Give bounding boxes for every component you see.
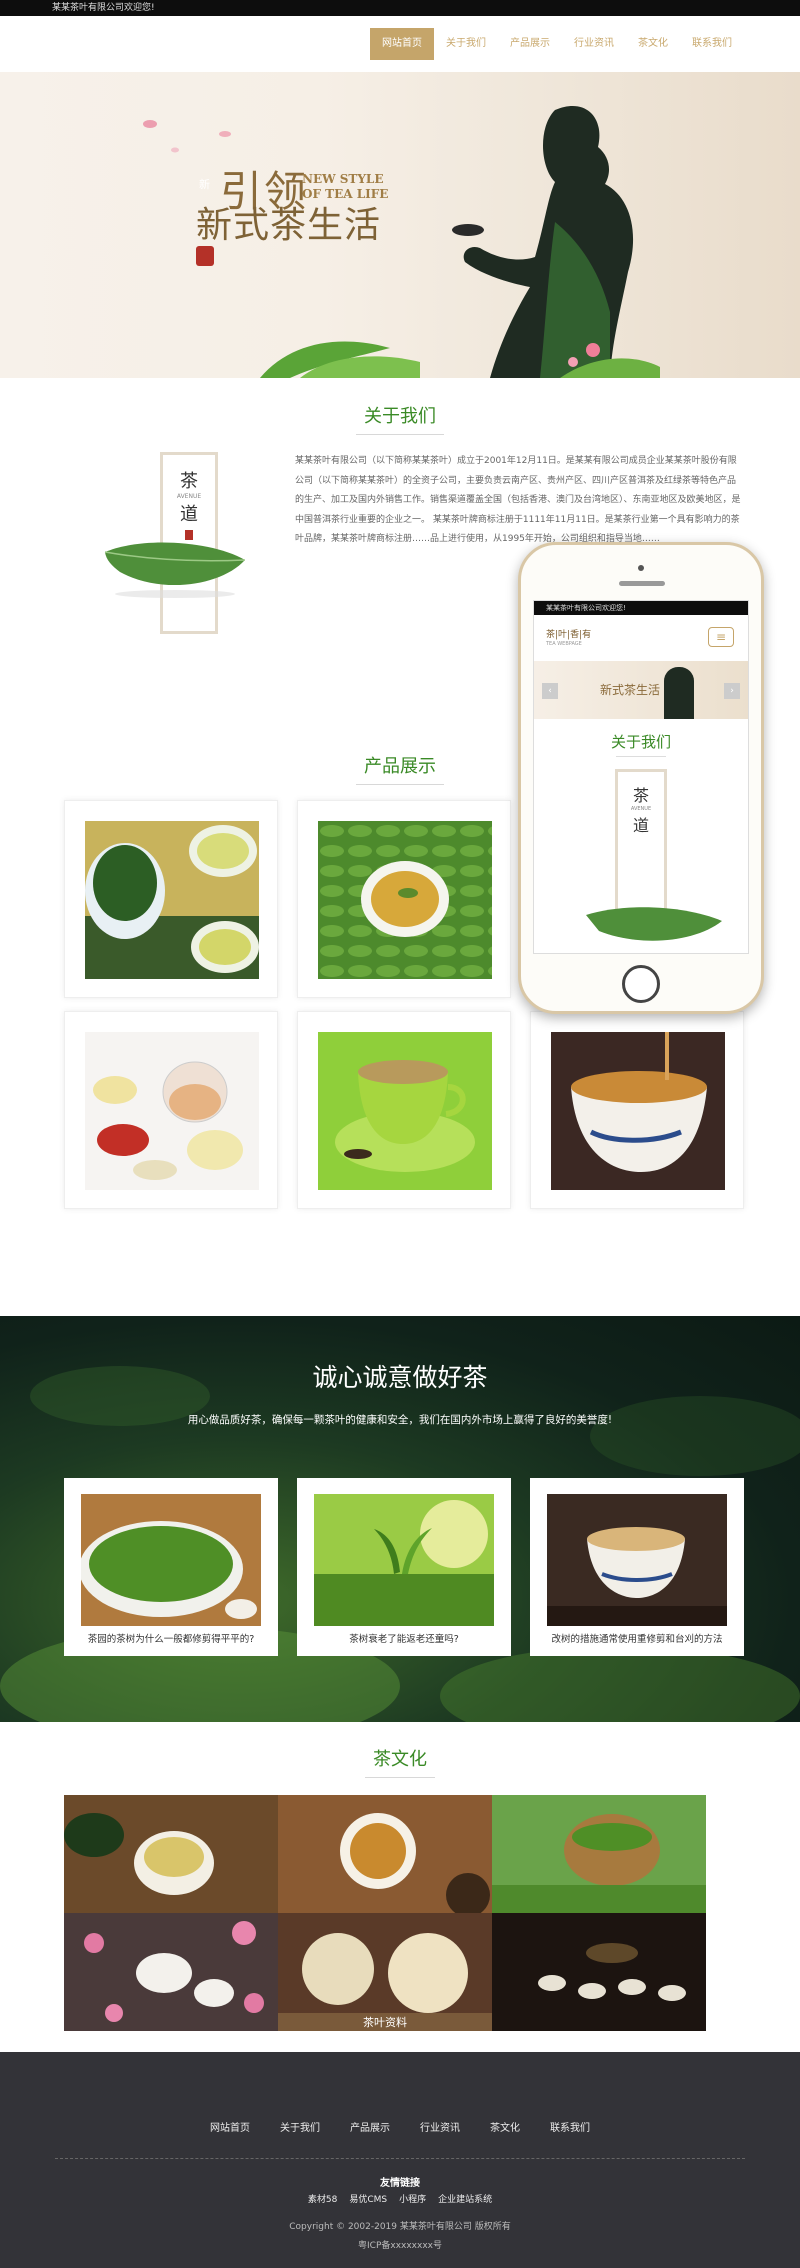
culture-image-1[interactable]: [64, 1795, 278, 1913]
news-image-2: [314, 1494, 494, 1626]
culture-title: 茶文化: [0, 1745, 800, 1778]
phone-menu-icon[interactable]: ≡: [708, 627, 734, 647]
phone-screen: 某某茶叶有限公司欢迎您! 茶|叶|香|有 TEA WEBPAGE ≡ ‹ › 新…: [533, 600, 749, 954]
phone-header: 茶|叶|香|有 TEA WEBPAGE ≡: [534, 615, 748, 661]
friend-links-title: 友情链接: [380, 2178, 420, 2189]
product-card-4[interactable]: [64, 1011, 278, 1209]
phone-camera: [638, 565, 644, 571]
culture-watermark: 茶叶资料: [363, 2015, 407, 2029]
about-logo-en: AVENUE: [176, 493, 202, 500]
welcome-text: 某某茶叶有限公司欢迎您!: [52, 3, 155, 13]
friend-link-3[interactable]: 小程序: [399, 2192, 426, 2205]
about-logo-char1: 茶: [180, 471, 198, 492]
culture-image-6[interactable]: [492, 1913, 706, 2031]
news-card-1[interactable]: 茶园的茶树为什么一般都修剪得平平的?: [64, 1478, 278, 1656]
tea-leaf-image: [104, 542, 246, 598]
about-description: 某某茶叶有限公司（以下简称某某茶叶）成立于2001年12月11日。是某某有限公司…: [295, 456, 741, 544]
phone-welcome: 某某茶叶有限公司欢迎您!: [534, 601, 748, 615]
news-caption-1[interactable]: 茶园的茶树为什么一般都修剪得平平的?: [64, 1630, 278, 1650]
main-nav: 网站首页 关于我们 产品展示 行业资讯 茶文化 联系我们: [370, 28, 744, 60]
footer-nav-about[interactable]: 关于我们: [280, 2119, 320, 2134]
phone-banner-silhouette: [664, 667, 694, 719]
footer-nav-products[interactable]: 产品展示: [350, 2119, 390, 2134]
footer: [0, 2052, 800, 2268]
banner-cn-title-2: 新式茶生活: [196, 205, 382, 246]
nav-contact[interactable]: 联系我们: [680, 28, 744, 60]
news-caption-2[interactable]: 茶树衰老了能返老还童吗?: [297, 1630, 511, 1650]
phone-banner: ‹ › 新式茶生活: [534, 661, 748, 719]
friend-link-2[interactable]: 易优CMS: [349, 2192, 387, 2205]
culture-image-5[interactable]: 茶叶资料: [278, 1913, 492, 2031]
phone-banner-prev-icon[interactable]: ‹: [542, 683, 558, 699]
about-title: 关于我们: [0, 402, 800, 435]
friend-link-4[interactable]: 企业建站系统: [438, 2192, 492, 2205]
product-image-pouring-tea: [551, 1032, 725, 1190]
product-card-1[interactable]: [64, 800, 278, 998]
phone-about-title: 关于我们: [610, 733, 671, 751]
phone-banner-next-icon[interactable]: ›: [724, 683, 740, 699]
culture-gallery: 茶叶资料: [64, 1795, 706, 2032]
nav-home[interactable]: 网站首页: [370, 28, 434, 60]
culture-image-4[interactable]: [64, 1913, 278, 2031]
footer-nav-home[interactable]: 网站首页: [210, 2119, 250, 2134]
product-card-6[interactable]: [530, 1011, 744, 1209]
nav-about[interactable]: 关于我们: [434, 28, 498, 60]
footer-nav-contact[interactable]: 联系我们: [550, 2119, 590, 2134]
banner-illustration: [143, 105, 660, 378]
phone-speaker: [619, 581, 665, 586]
product-image-green-cup: [318, 1032, 492, 1190]
footer-nav: 网站首页 关于我们 产品展示 行业资讯 茶文化 联系我们: [0, 2119, 800, 2134]
phone-logo: 茶|叶|香|有: [546, 630, 592, 640]
top-bar: 某某茶叶有限公司欢迎您!: [0, 0, 800, 16]
product-image-tea-leaves-bowl: [318, 821, 492, 979]
phone-logo-sub: TEA WEBPAGE: [546, 641, 582, 647]
friend-links: 素材58 易优CMS 小程序 企业建站系统: [0, 2192, 800, 2205]
news-image-3: [547, 1494, 727, 1626]
footer-nav-culture[interactable]: 茶文化: [490, 2119, 520, 2134]
footer-nav-news[interactable]: 行业资讯: [420, 2119, 460, 2134]
about-logo-char2: 道: [180, 504, 198, 525]
news-card-3[interactable]: 改树的措施通常使用重修剪和台刈的方法: [530, 1478, 744, 1656]
banner-seal: 新: [199, 178, 210, 191]
friend-link-1[interactable]: 素材58: [308, 2192, 337, 2205]
news-image-1: [81, 1494, 261, 1626]
quality-title: 诚心诚意做好茶: [312, 1363, 488, 1392]
nav-products[interactable]: 产品展示: [498, 28, 562, 60]
phone-home-button: [622, 965, 660, 1003]
product-image-green-tea-cups: [85, 821, 259, 979]
phone-mockup: 某某茶叶有限公司欢迎您! 茶|叶|香|有 TEA WEBPAGE ≡ ‹ › 新…: [518, 542, 764, 1014]
phone-tea-leaf: [586, 907, 722, 941]
phone-banner-text: 新式茶生活: [600, 683, 661, 697]
nav-news[interactable]: 行业资讯: [562, 28, 626, 60]
nav-culture[interactable]: 茶文化: [626, 28, 680, 60]
banner-en-title-1: NEW STYLE: [302, 172, 384, 186]
banner-en-title-2: OF TEA LIFE: [302, 187, 389, 201]
news-caption-3[interactable]: 改树的措施通常使用重修剪和台刈的方法: [530, 1630, 744, 1650]
culture-image-3[interactable]: [492, 1795, 706, 1913]
product-card-2[interactable]: [297, 800, 511, 998]
culture-image-2[interactable]: [278, 1795, 492, 1913]
footer-divider: [55, 2158, 745, 2159]
hero-banner: 引领 新式茶生活 NEW STYLE OF TEA LIFE 新: [0, 72, 800, 378]
product-card-5[interactable]: [297, 1011, 511, 1209]
icp-number[interactable]: 粤ICP备xxxxxxxx号: [0, 2238, 800, 2251]
product-image-flower-tea: [85, 1032, 259, 1190]
quality-subtitle: 用心做品质好茶，确保每一颗茶叶的健康和安全，我们在国内外市场上赢得了良好的美誉度…: [187, 1414, 613, 1426]
copyright: Copyright © 2002-2019 某某茶叶有限公司 版权所有: [289, 2222, 511, 2232]
news-card-2[interactable]: 茶树衰老了能返老还童吗?: [297, 1478, 511, 1656]
